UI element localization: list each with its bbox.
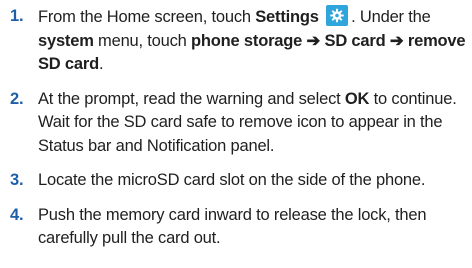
settings-label: Settings xyxy=(255,8,319,26)
step-3: 3. Locate the microSD card slot on the s… xyxy=(0,169,472,193)
step-text: At the prompt, read the warning and sele… xyxy=(38,89,345,108)
step-1: 1. From the Home screen, touch Settings xyxy=(0,5,472,77)
step-text: . xyxy=(98,55,104,73)
settings-gear-icon xyxy=(326,5,349,26)
system-label: system xyxy=(38,31,94,50)
instructions-document: 1. From the Home screen, touch Settings xyxy=(0,0,472,268)
step-text: menu, touch xyxy=(93,31,192,50)
step-text: Push the memory card inward to release t… xyxy=(38,205,427,248)
step-2: 2. At the prompt, read the warning and s… xyxy=(0,88,472,159)
step-number: 4. xyxy=(10,205,24,224)
step-text: Locate the microSD card slot on the side… xyxy=(38,171,426,189)
step-text: From the Home screen, touch xyxy=(38,8,256,26)
steps-list: 1. From the Home screen, touch Settings xyxy=(0,5,472,251)
step-text: . Under the xyxy=(351,8,431,26)
ok-label: OK xyxy=(344,89,370,108)
step-number: 1. xyxy=(10,7,24,25)
step-number: 2. xyxy=(10,89,24,108)
step-4: 4. Push the memory card inward to releas… xyxy=(0,204,472,251)
step-number: 3. xyxy=(10,171,24,189)
